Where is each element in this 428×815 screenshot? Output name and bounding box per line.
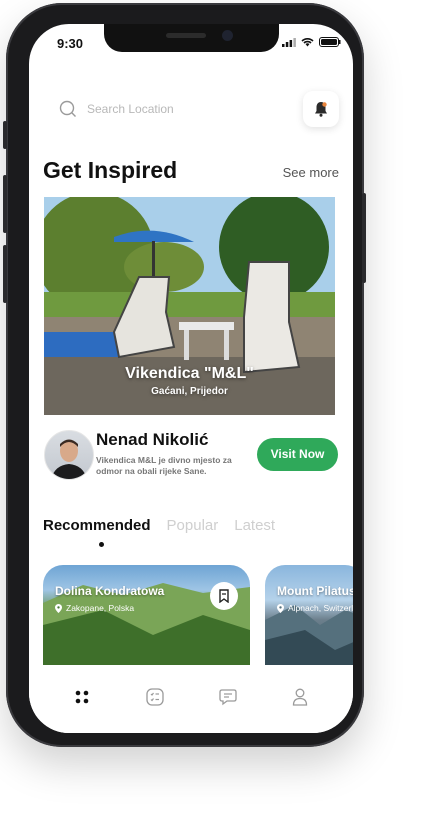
volume-up-button xyxy=(3,175,7,233)
nav-chat[interactable] xyxy=(216,685,240,709)
mountain-photo xyxy=(43,583,250,665)
signal-icon xyxy=(282,37,296,47)
card-location: Alpnach, Switzerland xyxy=(277,603,353,613)
featured-title: Vikendica "M&L" xyxy=(125,365,254,382)
section-title: Get Inspired xyxy=(43,157,178,183)
nav-profile[interactable] xyxy=(288,685,312,709)
active-tab-indicator xyxy=(99,542,104,547)
featured-location: Gaćani, Prijedor xyxy=(151,386,228,397)
author-name: Nenad Nikolić xyxy=(96,430,209,449)
power-button xyxy=(362,193,366,283)
side-button xyxy=(3,121,7,149)
card-location: Zakopane, Polska xyxy=(55,603,134,613)
search-icon xyxy=(59,100,76,117)
card-location-text: Alpnach, Switzerland xyxy=(288,603,353,613)
nav-tasks[interactable] xyxy=(143,685,167,709)
phone-frame: 9:30 Search Location Get Inspired See mo… xyxy=(3,3,366,747)
volume-down-button xyxy=(3,245,7,303)
bookmark-icon xyxy=(219,589,229,603)
tab-latest[interactable]: Latest xyxy=(234,517,275,534)
status-time: 9:30 xyxy=(57,36,84,51)
avatar[interactable] xyxy=(44,430,94,480)
visit-now-button[interactable]: Visit Now xyxy=(257,438,338,471)
mountain-photo xyxy=(265,605,353,665)
profile-icon xyxy=(292,688,308,706)
location-pin-icon xyxy=(277,603,284,613)
app-screen: 9:30 Search Location Get Inspired See mo… xyxy=(29,24,353,733)
grid-icon xyxy=(75,690,89,704)
tab-popular[interactable]: Popular xyxy=(167,517,219,534)
notch xyxy=(104,24,279,52)
status-icons xyxy=(282,37,341,47)
avatar-portrait xyxy=(51,439,87,479)
notification-button[interactable] xyxy=(303,91,339,127)
card-title: Mount Pilatus xyxy=(277,584,353,598)
category-tabs: Recommended Popular Latest xyxy=(43,517,275,534)
search-input[interactable]: Search Location xyxy=(87,102,174,116)
see-more-link[interactable]: See more xyxy=(283,165,339,180)
author-description: Vikendica M&L je divno mjesto za odmor n… xyxy=(96,455,232,476)
bookmark-button[interactable] xyxy=(210,582,238,610)
wifi-icon xyxy=(301,38,314,47)
place-card[interactable]: Mount Pilatus Alpnach, Switzerland xyxy=(265,565,353,665)
battery-icon xyxy=(319,37,341,47)
tab-recommended[interactable]: Recommended xyxy=(43,517,151,534)
bell-icon xyxy=(315,102,327,117)
card-title: Dolina Kondratowa xyxy=(55,584,165,598)
nav-home[interactable] xyxy=(70,685,94,709)
place-card[interactable]: Dolina Kondratowa Zakopane, Polska xyxy=(43,565,250,665)
checklist-icon xyxy=(146,688,164,706)
bottom-nav xyxy=(29,665,353,733)
card-location-text: Zakopane, Polska xyxy=(66,603,135,613)
location-pin-icon xyxy=(55,603,62,613)
search-bar[interactable]: Search Location xyxy=(43,90,339,130)
featured-image-card[interactable]: Vikendica "M&L" Gaćani, Prijedor xyxy=(44,197,335,415)
chat-icon xyxy=(219,689,237,706)
